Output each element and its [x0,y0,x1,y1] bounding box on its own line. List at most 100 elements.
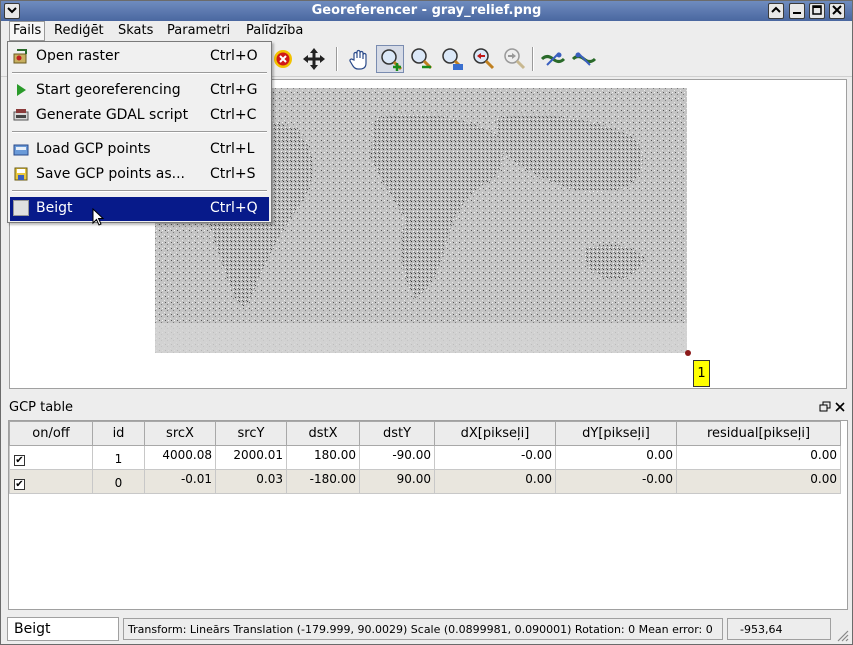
gcp-dock-label: GCP table [9,400,74,415]
pan-icon [349,49,367,70]
dy-cell: -0.00 [555,469,677,494]
srcy-cell[interactable]: 2000.01 [215,445,287,470]
dsty-cell[interactable]: 90.00 [359,469,435,494]
menu-edit[interactable]: Rediģēt [51,23,107,38]
dock-close-button[interactable] [834,401,846,413]
menu-view[interactable]: Skats [115,23,156,38]
load-gcp-icon [13,144,29,156]
minimize-button[interactable] [789,3,805,19]
zoom-in-button[interactable] [376,45,404,73]
move-point-icon [303,48,325,70]
delete-point-button[interactable] [269,45,297,73]
gcp-table-grid: on/off id srcX srcY dstX dstY dX[pikseļi… [9,421,841,494]
zoom-last-button[interactable] [469,45,497,73]
gcp-table[interactable]: on/off id srcX srcY dstX dstY dX[pikseļi… [8,420,848,610]
open-raster-icon [13,49,27,64]
zoom-out-icon [411,48,433,70]
col-header-onoff[interactable]: on/off [9,421,93,446]
menu-separator [12,131,267,133]
table-row[interactable]: ✔ 0 -0.01 0.03 -180.00 90.00 0.00 -0.00 … [9,469,841,494]
menu-item-open-raster[interactable]: Open raster Ctrl+O [10,45,269,67]
enable-checkbox[interactable]: ✔ [14,479,25,490]
enable-checkbox[interactable]: ✔ [14,455,25,466]
dx-cell: -0.00 [434,445,556,470]
move-point-button[interactable] [300,45,328,73]
toolbar-separator [336,47,338,71]
shade-button[interactable] [768,3,784,19]
transform-info: Transform: Lineārs Translation (-179.999… [123,618,723,640]
zoom-layer-icon [442,48,464,70]
minimize-icon [793,12,801,14]
zoom-out-button[interactable] [407,45,435,73]
maximize-button[interactable] [809,3,825,19]
zoom-next-button[interactable] [500,45,528,73]
gdal-script-icon [13,109,29,121]
residual-cell: 0.00 [676,469,841,494]
table-row[interactable]: ✔ 1 4000.08 2000.01 180.00 -90.00 -0.00 … [9,445,841,470]
close-icon [835,402,845,412]
dstx-cell[interactable]: 180.00 [286,445,360,470]
menu-item-start-georeferencing[interactable]: Start georeferencing Ctrl+G [10,79,269,101]
play-icon [17,84,26,96]
gcp-point-marker[interactable] [685,350,691,356]
gcp-point-label: 1 [693,360,710,387]
window-title: Georeferencer - gray_relief.png [311,3,542,18]
col-header-srcy[interactable]: srcY [215,421,287,446]
dy-cell: 0.00 [555,445,677,470]
dock-float-button[interactable] [819,401,831,413]
onoff-cell[interactable]: ✔ [9,469,93,494]
dx-cell: 0.00 [434,469,556,494]
chevron-up-icon [771,6,781,13]
menu-item-load-gcp-points[interactable]: Load GCP points Ctrl+L [10,138,269,160]
pan-button[interactable] [345,45,373,73]
menu-settings[interactable]: Parametri [164,23,233,38]
col-header-dx[interactable]: dX[pikseļi] [434,421,556,446]
menu-item-quit[interactable]: Beigt Ctrl+Q [10,197,269,221]
maximize-icon [812,5,822,15]
link-qgis-icon [571,52,597,66]
status-message: Beigt [7,617,119,641]
link-qgis-button[interactable] [570,45,598,73]
zoom-layer-button[interactable] [438,45,466,73]
link-georef-button[interactable] [539,45,567,73]
col-header-residual[interactable]: residual[pikseļi] [676,421,841,446]
zoom-in-icon [381,49,403,71]
srcx-cell[interactable]: -0.01 [144,469,216,494]
menu-item-generate-gdal-script[interactable]: Generate GDAL script Ctrl+C [10,104,269,126]
link-georef-icon [540,52,566,66]
col-header-dsty[interactable]: dstY [359,421,435,446]
georeferencer-window: Georeferencer - gray_relief.png Fails Re… [0,0,853,645]
zoom-next-icon [504,48,526,70]
dsty-cell[interactable]: -90.00 [359,445,435,470]
toolbar-separator [532,47,534,71]
float-icon [819,401,831,412]
close-button[interactable] [829,3,845,19]
id-cell: 1 [92,445,145,470]
menu-file[interactable]: Fails [9,21,46,41]
coordinate-readout: -953,64 [727,618,831,640]
col-header-dy[interactable]: dY[pikseļi] [555,421,677,446]
status-bar: Beigt Transform: Lineārs Translation (-1… [1,614,852,644]
delete-point-icon [274,50,292,68]
save-gcp-icon [14,167,28,181]
close-icon [832,5,842,15]
resize-grip-icon[interactable] [835,628,849,642]
dstx-cell[interactable]: -180.00 [286,469,360,494]
file-menu-dropdown: Open raster Ctrl+O Start georeferencing … [7,41,272,223]
col-header-dstx[interactable]: dstX [286,421,360,446]
col-header-srcx[interactable]: srcX [144,421,216,446]
col-header-id[interactable]: id [92,421,145,446]
title-bar[interactable]: Georeferencer - gray_relief.png [1,1,852,21]
onoff-cell[interactable]: ✔ [9,445,93,470]
menu-separator [12,72,267,74]
menu-separator [12,190,267,192]
mouse-cursor-icon [92,208,105,226]
menu-bar: Fails Rediģēt Skats Parametri Palīdzība [1,21,852,41]
zoom-last-icon [473,48,495,70]
menu-item-save-gcp-points[interactable]: Save GCP points as... Ctrl+S [10,163,269,185]
menu-help[interactable]: Palīdzība [243,23,306,38]
gcp-dock-title: GCP table [7,398,848,418]
quit-icon [13,200,29,216]
srcy-cell[interactable]: 0.03 [215,469,287,494]
srcx-cell[interactable]: 4000.08 [144,445,216,470]
